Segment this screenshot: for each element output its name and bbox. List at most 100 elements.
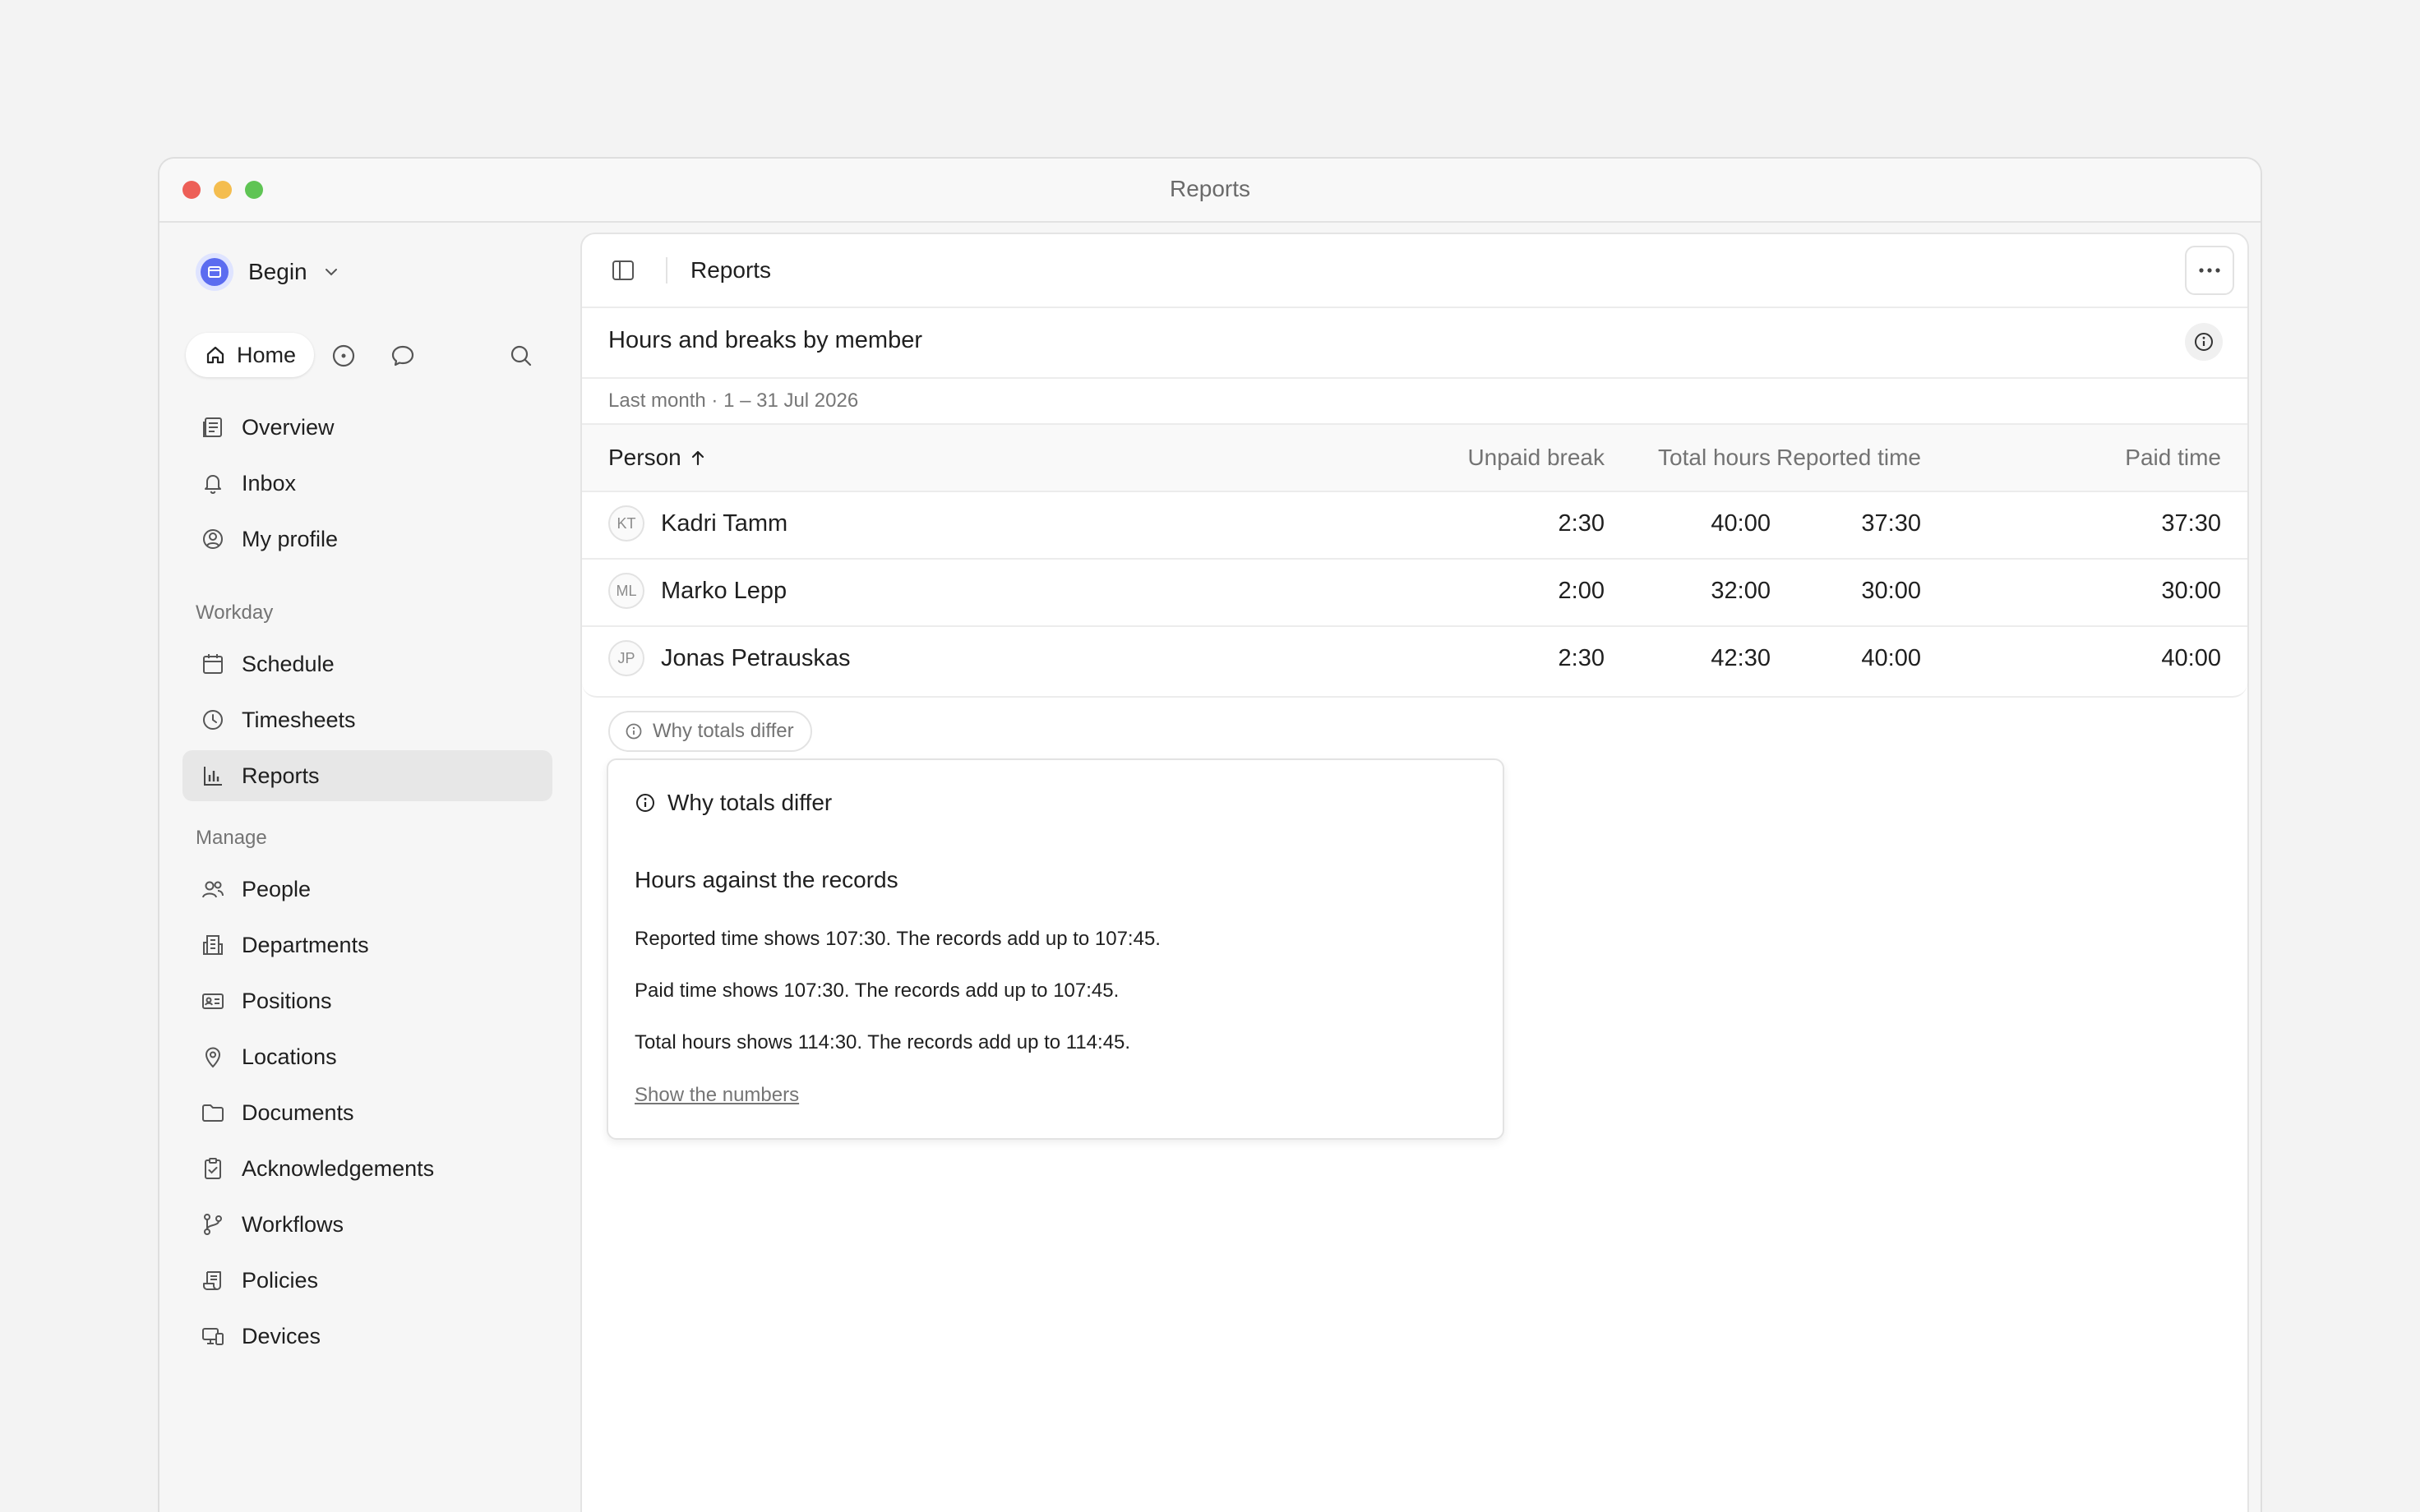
overview-icon xyxy=(203,417,222,437)
bar-chart-icon xyxy=(204,767,222,786)
devices-icon xyxy=(202,1328,224,1345)
column-header-label: Unpaid break xyxy=(1467,445,1605,470)
avatar: KT xyxy=(608,505,644,542)
workspace-avatar xyxy=(196,253,233,291)
home-button[interactable]: Home xyxy=(186,333,315,377)
circle-dot-icon xyxy=(332,344,355,367)
search-icon xyxy=(510,345,532,366)
sidebar-item-label: Timesheets xyxy=(242,707,356,732)
unpaid-break-cell: 2:30 xyxy=(1558,645,1605,671)
info-icon xyxy=(2195,333,2213,351)
sidebar-item-overview[interactable]: Overview xyxy=(182,402,552,453)
sidebar-item-policies[interactable]: Policies xyxy=(182,1255,552,1306)
section-label-workday: Workday xyxy=(196,602,274,624)
toolbar-divider xyxy=(666,257,667,284)
column-total-hours[interactable]: Total hours xyxy=(1658,445,1771,471)
sidebar-item-schedule[interactable]: Schedule xyxy=(182,638,552,689)
column-header-label: Person xyxy=(608,445,681,470)
sidebar-item-inbox[interactable]: Inbox xyxy=(182,458,552,509)
folder-icon xyxy=(202,1104,224,1122)
ellipsis-icon xyxy=(2199,268,2220,273)
sidebar-item-my-profile[interactable]: My profile xyxy=(182,514,552,565)
sidebar-item-label: Reports xyxy=(242,763,320,788)
workspace-switcher[interactable]: Begin xyxy=(196,253,340,291)
sidebar-item-positions[interactable]: Positions xyxy=(182,975,552,1026)
sidebar-item-departments[interactable]: Departments xyxy=(182,920,552,970)
sidebar-item-label: Departments xyxy=(242,932,369,957)
people-icon xyxy=(202,881,224,898)
column-unpaid-break-visible[interactable]: Unpaid break xyxy=(1467,445,1605,471)
table-row[interactable]: JP Jonas Petrauskas 42:30 2:30 40:00 40:00 xyxy=(582,625,2247,693)
workspace-name: Begin xyxy=(248,259,307,284)
sidebar-item-label: My profile xyxy=(242,526,339,551)
workspace-logo-icon xyxy=(201,258,229,286)
sidebar-item-timesheets[interactable]: Timesheets xyxy=(182,694,552,745)
clock-icon xyxy=(203,710,223,730)
popover-title-text: Why totals differ xyxy=(667,790,833,815)
table-row[interactable]: ML Marko Lepp 32:00 2:00 30:00 30:00 xyxy=(582,558,2247,627)
sidebar-item-reports[interactable]: Reports xyxy=(182,750,552,801)
person-name: Kadri Tamm xyxy=(661,510,788,537)
map-pin-icon xyxy=(205,1047,221,1068)
window-title: Reports xyxy=(1169,176,1251,201)
unpaid-break-cell: 2:30 xyxy=(1558,510,1605,537)
sidebar-item-label: Documents xyxy=(242,1099,354,1125)
show-numbers-link[interactable]: Show the numbers xyxy=(635,1084,799,1107)
calendar-icon xyxy=(203,654,223,674)
sidebar-item-label: Locations xyxy=(242,1044,337,1069)
why-chip-label: Why totals differ xyxy=(653,720,794,742)
report-title: Hours and breaks by member xyxy=(608,327,922,353)
main-panel: Reports Hours and breaks by member Last … xyxy=(580,233,2249,1512)
sidebar-item-documents[interactable]: Documents xyxy=(182,1087,552,1138)
avatar: JP xyxy=(608,640,644,676)
column-paid-time[interactable]: Paid time xyxy=(2125,445,2221,471)
sidebar-item-label: Positions xyxy=(242,988,332,1013)
sidebar-toggle-icon xyxy=(612,260,634,280)
messages-button[interactable] xyxy=(386,339,419,372)
git-branch-icon xyxy=(204,1214,222,1235)
bell-icon xyxy=(205,475,221,495)
report-table: Person Total hours Unpaid break Reported… xyxy=(582,423,2247,698)
sidebar-item-devices[interactable]: Devices xyxy=(182,1311,552,1362)
building-icon xyxy=(203,935,223,955)
popover-line: Total hours shows 114:30. The records ad… xyxy=(635,1031,1131,1053)
activity-button[interactable] xyxy=(327,339,360,372)
column-reported-time[interactable]: Reported time xyxy=(1776,445,1921,471)
sidebar-item-people[interactable]: People xyxy=(182,864,552,915)
info-icon xyxy=(636,794,654,812)
section-label-manage: Manage xyxy=(196,827,267,849)
sidebar-item-locations[interactable]: Locations xyxy=(182,1031,552,1082)
sidebar-item-label: Policies xyxy=(242,1267,319,1293)
why-totals-popover: Why totals differ Hours against the reco… xyxy=(607,758,1504,1140)
profile-icon xyxy=(203,529,223,549)
toggle-sidebar-button[interactable] xyxy=(608,256,638,285)
search-button[interactable] xyxy=(505,339,538,372)
avatar: ML xyxy=(608,573,644,609)
unpaid-break-cell: 2:00 xyxy=(1558,578,1605,604)
scroll-icon xyxy=(203,1271,221,1290)
report-header: Hours and breaks by member xyxy=(582,307,2247,379)
clipboard-check-icon xyxy=(205,1158,221,1179)
table-header: Person Total hours Unpaid break Reported… xyxy=(582,425,2247,492)
table-row[interactable]: KT Kadri Tamm 40:00 2:30 37:30 37:30 xyxy=(582,491,2247,560)
sidebar-item-workflows[interactable]: Workflows xyxy=(182,1199,552,1250)
sidebar-item-label: Inbox xyxy=(242,470,297,496)
column-person-sort[interactable]: Person xyxy=(608,445,706,471)
quick-bar: Home xyxy=(186,333,544,379)
home-icon xyxy=(206,346,224,364)
sidebar: Begin Home Overview Inbox My profile Wor… xyxy=(159,223,577,1512)
info-icon xyxy=(626,723,642,740)
popover-title: Why totals differ xyxy=(635,790,832,816)
chat-bubble-icon xyxy=(391,345,414,366)
sidebar-item-acknowledgements[interactable]: Acknowledgements xyxy=(182,1143,552,1194)
report-period: Last month · 1 – 31 Jul 2026 xyxy=(608,390,859,412)
why-totals-differ-button[interactable]: Why totals differ xyxy=(608,711,812,752)
report-info-button[interactable] xyxy=(2185,323,2223,361)
sidebar-item-label: Overview xyxy=(242,414,335,440)
more-options-button[interactable] xyxy=(2185,246,2234,295)
sidebar-item-label: Acknowledgements xyxy=(242,1155,435,1181)
total-hours-cell: 40:00 xyxy=(1711,510,1771,537)
arrow-up-icon xyxy=(691,450,704,466)
title-bar: Reports xyxy=(159,159,2261,223)
reported-time-cell: 40:00 xyxy=(1861,645,1921,671)
